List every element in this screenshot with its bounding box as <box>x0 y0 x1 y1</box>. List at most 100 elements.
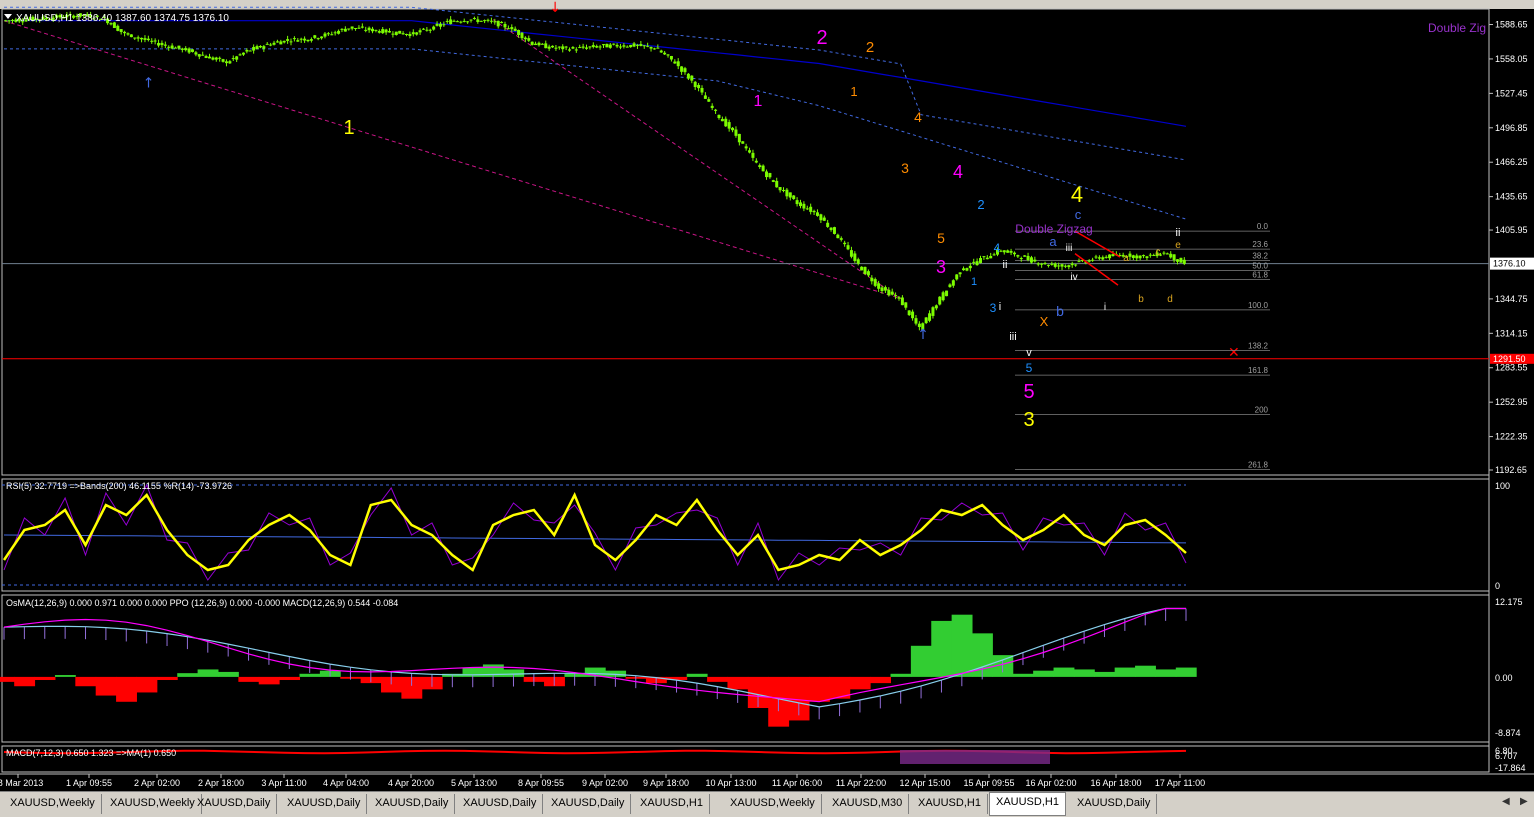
wave-label: iii <box>1009 331 1016 343</box>
candle-body <box>1148 254 1152 256</box>
panel-frame-rsi <box>1 478 1490 592</box>
time-tick-label: 11 Apr 06:00 <box>772 778 822 788</box>
time-tick-label: 15 Apr 09:55 <box>963 778 1014 788</box>
osma-bar <box>849 676 871 690</box>
time-tick-label: 11 Apr 22:00 <box>836 778 886 788</box>
candle-body <box>768 173 772 178</box>
chart-tab[interactable]: XAUUSD,Weekly <box>4 794 102 814</box>
candle-body <box>761 165 765 172</box>
chart-tab[interactable]: XAUUSD,M30 <box>826 794 910 814</box>
osma-bar <box>1135 665 1156 677</box>
candle-body <box>143 38 147 40</box>
candle-body <box>717 114 721 118</box>
chart-tab[interactable]: XAUUSD,Daily <box>1071 794 1158 814</box>
candle-body <box>347 28 351 30</box>
candle-body <box>632 43 636 47</box>
candle-body <box>299 38 303 40</box>
candle-body <box>391 33 395 35</box>
osma-bar <box>238 676 260 682</box>
chart-tab[interactable]: XAUUSD,Weekly <box>104 794 202 814</box>
candle-body <box>911 311 915 319</box>
candle-body <box>642 45 646 47</box>
candle-body <box>428 29 432 31</box>
candle-body <box>1067 265 1071 268</box>
candle-body <box>146 38 150 41</box>
osma-bar <box>14 676 36 687</box>
candle-body <box>771 180 775 182</box>
candle-body <box>805 208 809 210</box>
candle-body <box>503 23 507 28</box>
candle-body <box>489 20 493 22</box>
candle-body <box>269 44 273 46</box>
chart-tab[interactable]: XAUUSD,H1 <box>912 794 988 814</box>
candle-body <box>649 46 653 49</box>
candle-body <box>337 30 341 34</box>
candle-body <box>1162 252 1166 254</box>
candle-body <box>360 26 364 28</box>
osma-bar <box>951 614 973 677</box>
candle-body <box>472 17 476 19</box>
chart-tab[interactable]: XAUUSD,Daily <box>545 794 632 814</box>
chart-tab[interactable]: XAUUSD,Daily <box>369 794 456 814</box>
chart-tab[interactable]: XAUUSD,Daily <box>457 794 544 814</box>
candle-body <box>211 57 215 60</box>
candle-body <box>320 36 324 39</box>
candle-body <box>289 41 293 43</box>
macd-small-histogram <box>900 750 1050 764</box>
time-tick-label: 28 Mar 2013 <box>0 778 43 788</box>
candle-body <box>350 26 354 29</box>
candle-body <box>894 295 898 297</box>
osma-bar <box>299 673 321 677</box>
candle-body <box>248 50 252 52</box>
chart-tab[interactable]: XAUUSD,Weekly <box>724 794 822 814</box>
chart-tab[interactable]: XAUUSD,Daily <box>191 794 278 814</box>
candle-body <box>1046 264 1050 266</box>
candle-body <box>812 210 816 213</box>
candle-body <box>561 46 565 50</box>
tab-scroll-left-icon[interactable]: ◀ <box>1502 796 1510 807</box>
candle-body <box>890 291 894 295</box>
candle-body <box>798 202 802 207</box>
candle-body <box>265 43 269 45</box>
wave-label: X <box>1040 314 1049 329</box>
candle-body <box>866 271 870 276</box>
candle-body <box>748 150 752 153</box>
fib-level-label: 0.0 <box>1257 222 1269 231</box>
osma-bar <box>34 676 56 681</box>
candle-body <box>421 28 425 30</box>
price-tick-label: 1558.05 <box>1495 54 1528 64</box>
chart-tab[interactable]: XAUUSD,H1 <box>634 794 710 814</box>
candle-body <box>180 48 184 50</box>
candle-body <box>914 318 918 324</box>
wave-label: i <box>1104 302 1106 313</box>
wave-label: iii <box>1066 243 1073 254</box>
chart-tab[interactable]: XAUUSD,Daily <box>281 794 368 814</box>
wave-label: a <box>1049 234 1057 249</box>
candle-body <box>483 20 487 22</box>
tab-scroll-right-icon[interactable]: ▶ <box>1520 796 1528 807</box>
candle-body <box>544 43 548 49</box>
candle-body <box>683 68 687 73</box>
chart-canvas[interactable]: ✕0.023.638.250.061.8100.0138.2161.820026… <box>0 0 1534 791</box>
candle-body <box>1060 264 1064 267</box>
candle-body <box>1074 264 1078 266</box>
candle-body <box>374 29 378 31</box>
candle-body <box>238 54 242 56</box>
candle-body <box>486 19 490 21</box>
wave-label: 2 <box>866 39 874 56</box>
candle-body <box>856 259 860 264</box>
candle-body <box>1009 250 1013 253</box>
osma-bar <box>197 669 219 677</box>
candle-body <box>153 40 157 42</box>
osma-bar <box>910 645 932 677</box>
close-marker-icon: ✕ <box>1228 345 1240 361</box>
candle-body <box>697 84 701 89</box>
chart-tab[interactable]: XAUUSD,H1 <box>989 792 1066 816</box>
candle-body <box>958 272 962 275</box>
time-tick-label: 8 Apr 09:55 <box>518 778 564 788</box>
candle-body <box>615 44 619 47</box>
candle-body <box>571 47 575 49</box>
candle-body <box>201 54 205 56</box>
wave-label: 3 <box>1023 409 1034 431</box>
candle-body <box>724 118 728 127</box>
